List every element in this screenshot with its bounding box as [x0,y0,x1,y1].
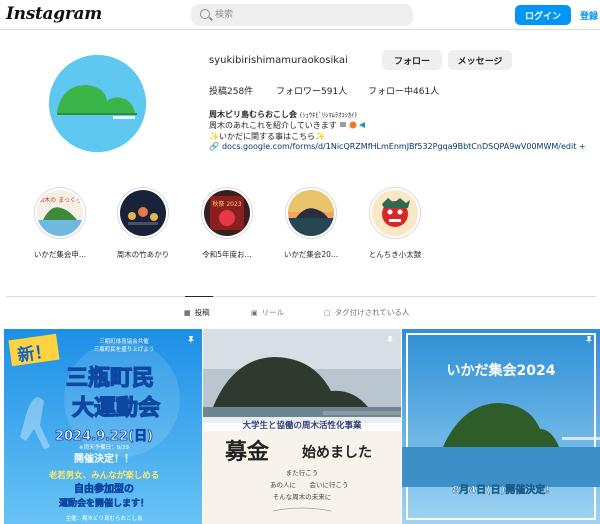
post2-sub2: あの人に [270,481,296,489]
followers-count[interactable]: フォロワー591人 [276,84,347,97]
highlight-tonchiki[interactable]: とんちき小太鼓 [365,187,425,260]
message-button[interactable]: メッセージ [448,50,512,70]
tab-active-indicator [185,296,213,297]
post-tile-undoukai[interactable]: 三瓶町体育協会共催 三瓶町民を盛り上げよう 新！ 三瓶町民 大運動会 2024.… [4,329,202,524]
post2-sub3: そんな周木の未来に [273,492,332,501]
highlight-ring: 周木の まっくろ [34,187,86,239]
post1-top-small: 三瓶町体育協会共催 [99,337,149,345]
post3-title: いかだ集会2024 [447,362,556,379]
pin-icon [387,336,393,344]
signup-link[interactable]: 登録 [580,9,598,22]
tab-reels-label: リール [261,308,285,317]
bio-emoji-icons [340,121,366,129]
pin-icon [188,336,194,344]
tabs-divider [6,296,596,297]
link-icon: 🔗 [209,142,219,151]
post-image: 大学生と協働の周木活性化事業 募金 始めました また行こう あの人に 会いに行こ… [203,329,401,524]
post3-date: 8月4日(日)開催決定! [452,483,550,496]
post2-banner: 大学生と協働の周木活性化事業 [242,420,362,431]
tab-tagged[interactable]: ▢ タグ付けされている人 [324,307,409,318]
bio-link[interactable]: 🔗 docs.google.com/forms/d/1NicQRZMfHLmEnm… [209,142,599,151]
post1-note: ※雨天予備日：9/29 [79,443,129,451]
posts-count: 投稿258件 [209,87,254,97]
highlight-ring: 秋祭 2023 [201,187,253,239]
post-image: いかだ集会2024 8月4日(日)開催決定! [402,329,600,524]
post1-date: 2024.9.22(日) [55,429,153,444]
highlight-image [120,190,166,236]
profile-avatar[interactable] [49,55,146,152]
full-name-text: 周木ビリ島むらおこし会 [209,110,297,119]
post-tile-bokin[interactable]: 大学生と協働の周木活性化事業 募金 始めました また行こう あの人に 会いに行こ… [203,329,401,524]
highlight-cover-icon [120,190,166,236]
highlight-label: いかだ集会20... [283,250,339,259]
post2-sub1: また行こう [286,468,319,477]
follow-button[interactable]: フォロー [382,50,442,70]
highlight-label: 令和5年度お... [202,250,252,259]
reel-icon: ▣ [251,309,258,317]
following-count[interactable]: フォロー中461人 [368,84,439,97]
highlight-cover-icon: 周木の まっくろ [37,190,83,236]
highlight-label: いかだ集会申... [33,250,87,259]
full-name-kana: (ｼｭｳｷﾋﾞﾘｼﾏﾑﾗｵｺｼｶｲ) [299,111,357,119]
highlight-akimatsuri[interactable]: 秋祭 2023 令和5年度お... [197,187,257,260]
grid-icon: ▦ [184,309,191,317]
instagram-logo[interactable]: Instagram [6,4,102,24]
highlight-ring [117,187,169,239]
post2-main1: 募金 [224,439,270,465]
highlight-ring [285,187,337,239]
bio-line-1: 周木のあれこれを紹介していきます [209,120,369,131]
post2-sub2b: 会いに行こう [310,480,349,489]
highlight-pic-text: 周木の まっくろ [38,196,82,204]
post1-title2: 大運動会 [72,395,160,421]
highlight-image: 周木の まっくろ [37,190,83,236]
highlight-cover-icon [372,190,418,236]
top-bar: Instagram ログイン 登録 [0,0,600,30]
search-icon [200,9,210,19]
highlight-takeakari[interactable]: 周木の竹あかり [113,187,173,260]
bio-text-2: いかだに関する事はこちら [218,132,315,141]
highlight-image [288,190,334,236]
tab-posts[interactable]: ▦ 投稿 [184,307,210,318]
highlight-ikada-apply[interactable]: 周木の まっくろ いかだ集会申... [30,187,90,260]
post1-top-small2: 三瓶町民を盛り上げよう [94,345,155,353]
sparkle-icon-end: ✨ [314,132,325,141]
post1-line3: 運動会を開催します！ [59,497,149,509]
sparkle-icon: ✨ [209,132,219,141]
highlight-ikada-2023[interactable]: いかだ集会20... [281,187,341,260]
highlight-pic-text: 秋祭 2023 [212,200,241,208]
highlight-image [372,190,418,236]
post1-line2: 自由参加型の [74,482,134,495]
login-button[interactable]: ログイン [515,5,571,25]
highlight-cover-icon [288,190,334,236]
tag-icon: ▢ [324,309,331,317]
post1-decided: 開催決定！！ [74,452,134,465]
highlight-ring [369,187,421,239]
tab-reels[interactable]: ▣ リール [251,307,284,318]
post-image: 三瓶町体育協会共催 三瓶町民を盛り上げよう 新！ 三瓶町民 大運動会 2024.… [4,329,202,524]
pin-icon [586,336,592,344]
island-logo-icon [49,55,146,152]
bio-text-1: 周木のあれこれを紹介していきます [209,121,337,130]
search-input[interactable] [215,7,405,23]
highlight-label: 周木の竹あかり [116,250,170,259]
bio-line-2: ✨いかだに関する事はこちら✨ [209,131,325,142]
profile-full-name: 周木ビリ島むらおこし会 (ｼｭｳｷﾋﾞﾘｼﾏﾑﾗｵｺｼｶｲ) [209,109,357,120]
post1-line1: 老若男女、みんなが楽しめる [48,470,160,481]
tab-posts-label: 投稿 [194,308,210,317]
bio-link-text[interactable]: docs.google.com/forms/d/1NicQRZMfHLmEnmJ… [222,142,586,151]
tab-tagged-label: タグ付けされている人 [334,308,410,317]
search-box[interactable] [191,4,413,26]
post1-title1: 三瓶町民 [66,366,154,391]
highlight-cover-icon: 秋祭 2023 [204,190,250,236]
highlight-label: とんちき小太鼓 [368,250,422,259]
profile-username: syukibirishimamuraokosikai [209,55,348,66]
highlight-image: 秋祭 2023 [204,190,250,236]
post-tile-ikada-2024[interactable]: いかだ集会2024 8月4日(日)開催決定! [402,329,600,524]
post2-main2: 始めました [302,444,372,461]
post1-footer: 主催：周木ビリ島むらおこし会 [65,514,143,522]
